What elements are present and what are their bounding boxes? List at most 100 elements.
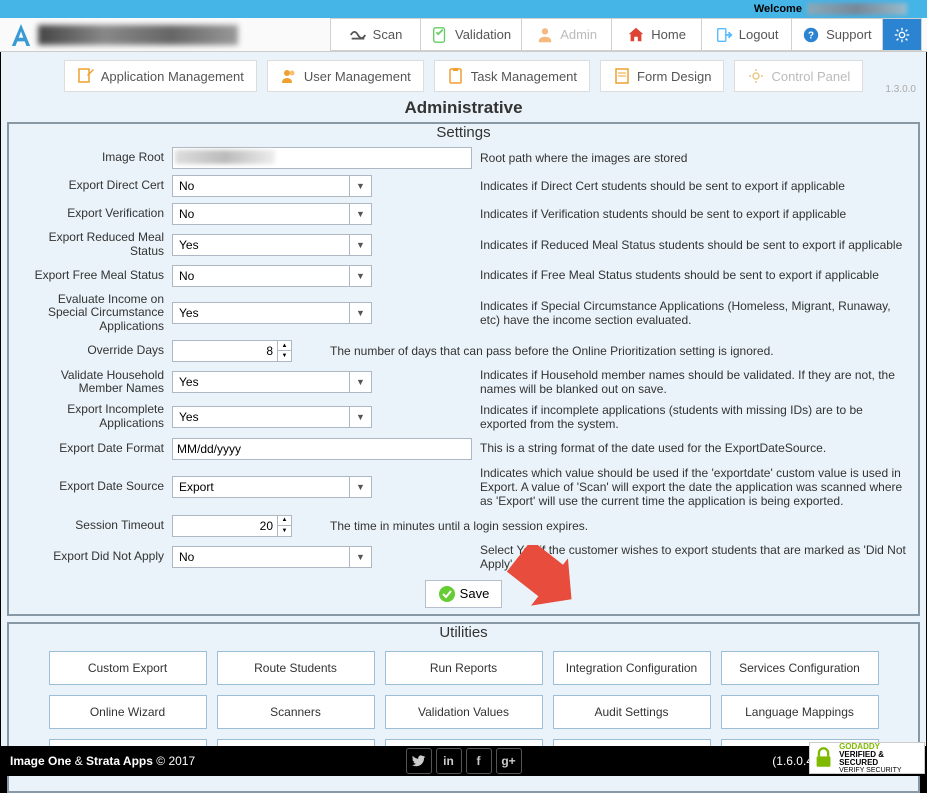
row-export-free: Export Free Meal Status No▼ Indicates if… — [19, 265, 908, 287]
select-export-reduced[interactable]: Yes▼ — [172, 234, 372, 256]
content-area: Application Management User Management T… — [1, 52, 926, 746]
select-eval-income[interactable]: Yes▼ — [172, 302, 372, 324]
users-icon — [280, 67, 298, 85]
chevron-down-icon: ▼ — [349, 303, 371, 323]
nav-validation-label: Validation — [455, 27, 511, 42]
select-export-dna[interactable]: No▼ — [172, 546, 372, 568]
nav-validation[interactable]: Validation — [420, 18, 521, 51]
save-button[interactable]: Save — [425, 580, 503, 608]
label-image-root: Image Root — [19, 151, 164, 165]
spinner-override-days[interactable]: 8▲▼ — [172, 340, 292, 362]
row-export-dna: Export Did Not Apply No▼ Select Yes if t… — [19, 543, 908, 572]
settings-panel: Settings Image Root Root path where the … — [7, 122, 920, 616]
settings-title: Settings — [9, 122, 918, 143]
chevron-down-icon: ▼ — [349, 547, 371, 567]
select-validate-hh[interactable]: Yes▼ — [172, 371, 372, 393]
row-export-date-fmt: Export Date Format This is a string form… — [19, 438, 908, 460]
scan-icon — [349, 26, 367, 44]
nav-extra[interactable] — [882, 18, 922, 51]
row-export-verif: Export Verification No▼ Indicates if Ver… — [19, 203, 908, 225]
doc-pencil-icon — [77, 67, 95, 85]
cog-icon — [747, 67, 765, 85]
btn-online-wizard[interactable]: Online Wizard — [49, 695, 207, 729]
btn-run-reports[interactable]: Run Reports — [385, 651, 543, 685]
btn-route-students[interactable]: Route Students — [217, 651, 375, 685]
nav-scan[interactable]: Scan — [330, 18, 420, 51]
security-seal[interactable]: GODADDY VERIFIED & SECURED VERIFY SECURI… — [809, 742, 925, 774]
googleplus-icon[interactable]: g+ — [496, 748, 522, 774]
row-image-root: Image Root Root path where the images ar… — [19, 147, 908, 169]
top-nav: Scan Validation Admin Home Logout ? Supp… — [0, 18, 927, 52]
input-image-root[interactable] — [172, 147, 472, 169]
version-top: 1.3.0.0 — [885, 84, 916, 95]
lock-icon — [812, 746, 835, 770]
spinner-session-timeout[interactable]: 20▲▼ — [172, 515, 292, 537]
chevron-down-icon: ▼ — [349, 235, 371, 255]
welcome-user-blur — [807, 3, 907, 15]
logout-icon — [715, 26, 733, 44]
chevron-down-icon: ▼ — [349, 372, 371, 392]
nav-support[interactable]: ? Support — [791, 18, 882, 51]
subnav-task-management[interactable]: Task Management — [434, 60, 590, 92]
btn-custom-export[interactable]: Custom Export — [49, 651, 207, 685]
welcome-label: Welcome — [754, 3, 802, 15]
btn-language-mappings[interactable]: Language Mappings — [721, 695, 879, 729]
spinner-up-icon[interactable]: ▲ — [278, 341, 291, 352]
nav-admin-label: Admin — [560, 27, 597, 42]
svg-text:?: ? — [808, 30, 814, 41]
subnav-control-panel[interactable]: Control Panel — [734, 60, 863, 92]
btn-audit-settings[interactable]: Audit Settings — [553, 695, 711, 729]
btn-services-config[interactable]: Services Configuration — [721, 651, 879, 685]
chevron-down-icon: ▼ — [349, 407, 371, 427]
chevron-down-icon: ▼ — [349, 204, 371, 224]
btn-scanners[interactable]: Scanners — [217, 695, 375, 729]
sub-nav: Application Management User Management T… — [1, 52, 926, 96]
utilities-title: Utilities — [9, 622, 918, 643]
row-eval-income: Evaluate Income on Special Circumstance … — [19, 293, 908, 334]
input-export-date-fmt[interactable] — [172, 438, 472, 460]
facebook-icon[interactable]: f — [466, 748, 492, 774]
row-override-days: Override Days 8▲▼ The number of days tha… — [19, 340, 908, 362]
logo-text-blur — [38, 25, 238, 45]
page-title: Administrative — [1, 98, 926, 118]
footer-brand: Image One & Strata Apps © 2017 — [10, 754, 195, 768]
btn-integration-config[interactable]: Integration Configuration — [553, 651, 711, 685]
twitter-icon[interactable] — [406, 748, 432, 774]
clipboard-icon — [447, 67, 465, 85]
select-export-free[interactable]: No▼ — [172, 265, 372, 287]
admin-icon — [536, 26, 554, 44]
subnav-app-management[interactable]: Application Management — [64, 60, 257, 92]
row-session-timeout: Session Timeout 20▲▼ The time in minutes… — [19, 515, 908, 537]
linkedin-icon[interactable]: in — [436, 748, 462, 774]
subnav-user-management[interactable]: User Management — [267, 60, 424, 92]
nav-scan-label: Scan — [373, 27, 403, 42]
spinner-up-icon[interactable]: ▲ — [278, 516, 291, 527]
app-logo-icon — [10, 21, 32, 49]
nav-support-label: Support — [826, 27, 872, 42]
chevron-down-icon: ▼ — [349, 266, 371, 286]
select-export-incomplete[interactable]: Yes▼ — [172, 406, 372, 428]
footer-socials: in f g+ — [406, 748, 522, 774]
spinner-down-icon[interactable]: ▼ — [278, 351, 291, 361]
nav-home[interactable]: Home — [611, 18, 701, 51]
subnav-form-design[interactable]: Form Design — [600, 60, 724, 92]
row-export-reduced: Export Reduced Meal Status Yes▼ Indicate… — [19, 231, 908, 259]
chevron-down-icon: ▼ — [349, 477, 371, 497]
check-circle-icon — [438, 585, 456, 603]
support-icon: ? — [802, 26, 820, 44]
row-validate-hh: Validate Household Member Names Yes▼ Ind… — [19, 368, 908, 397]
spinner-down-icon[interactable]: ▼ — [278, 526, 291, 536]
btn-validation-values[interactable]: Validation Values — [385, 695, 543, 729]
select-export-direct[interactable]: No▼ — [172, 175, 372, 197]
validation-icon — [431, 26, 449, 44]
home-icon — [627, 26, 645, 44]
form-icon — [613, 67, 631, 85]
nav-logout[interactable]: Logout — [701, 18, 791, 51]
row-export-date-src: Export Date Source Export▼ Indicates whi… — [19, 466, 908, 509]
select-export-date-src[interactable]: Export▼ — [172, 476, 372, 498]
nav-logout-label: Logout — [739, 27, 779, 42]
nav-home-label: Home — [651, 27, 686, 42]
row-export-incomplete: Export Incomplete Applications Yes▼ Indi… — [19, 403, 908, 432]
nav-admin[interactable]: Admin — [521, 18, 611, 51]
select-export-verif[interactable]: No▼ — [172, 203, 372, 225]
